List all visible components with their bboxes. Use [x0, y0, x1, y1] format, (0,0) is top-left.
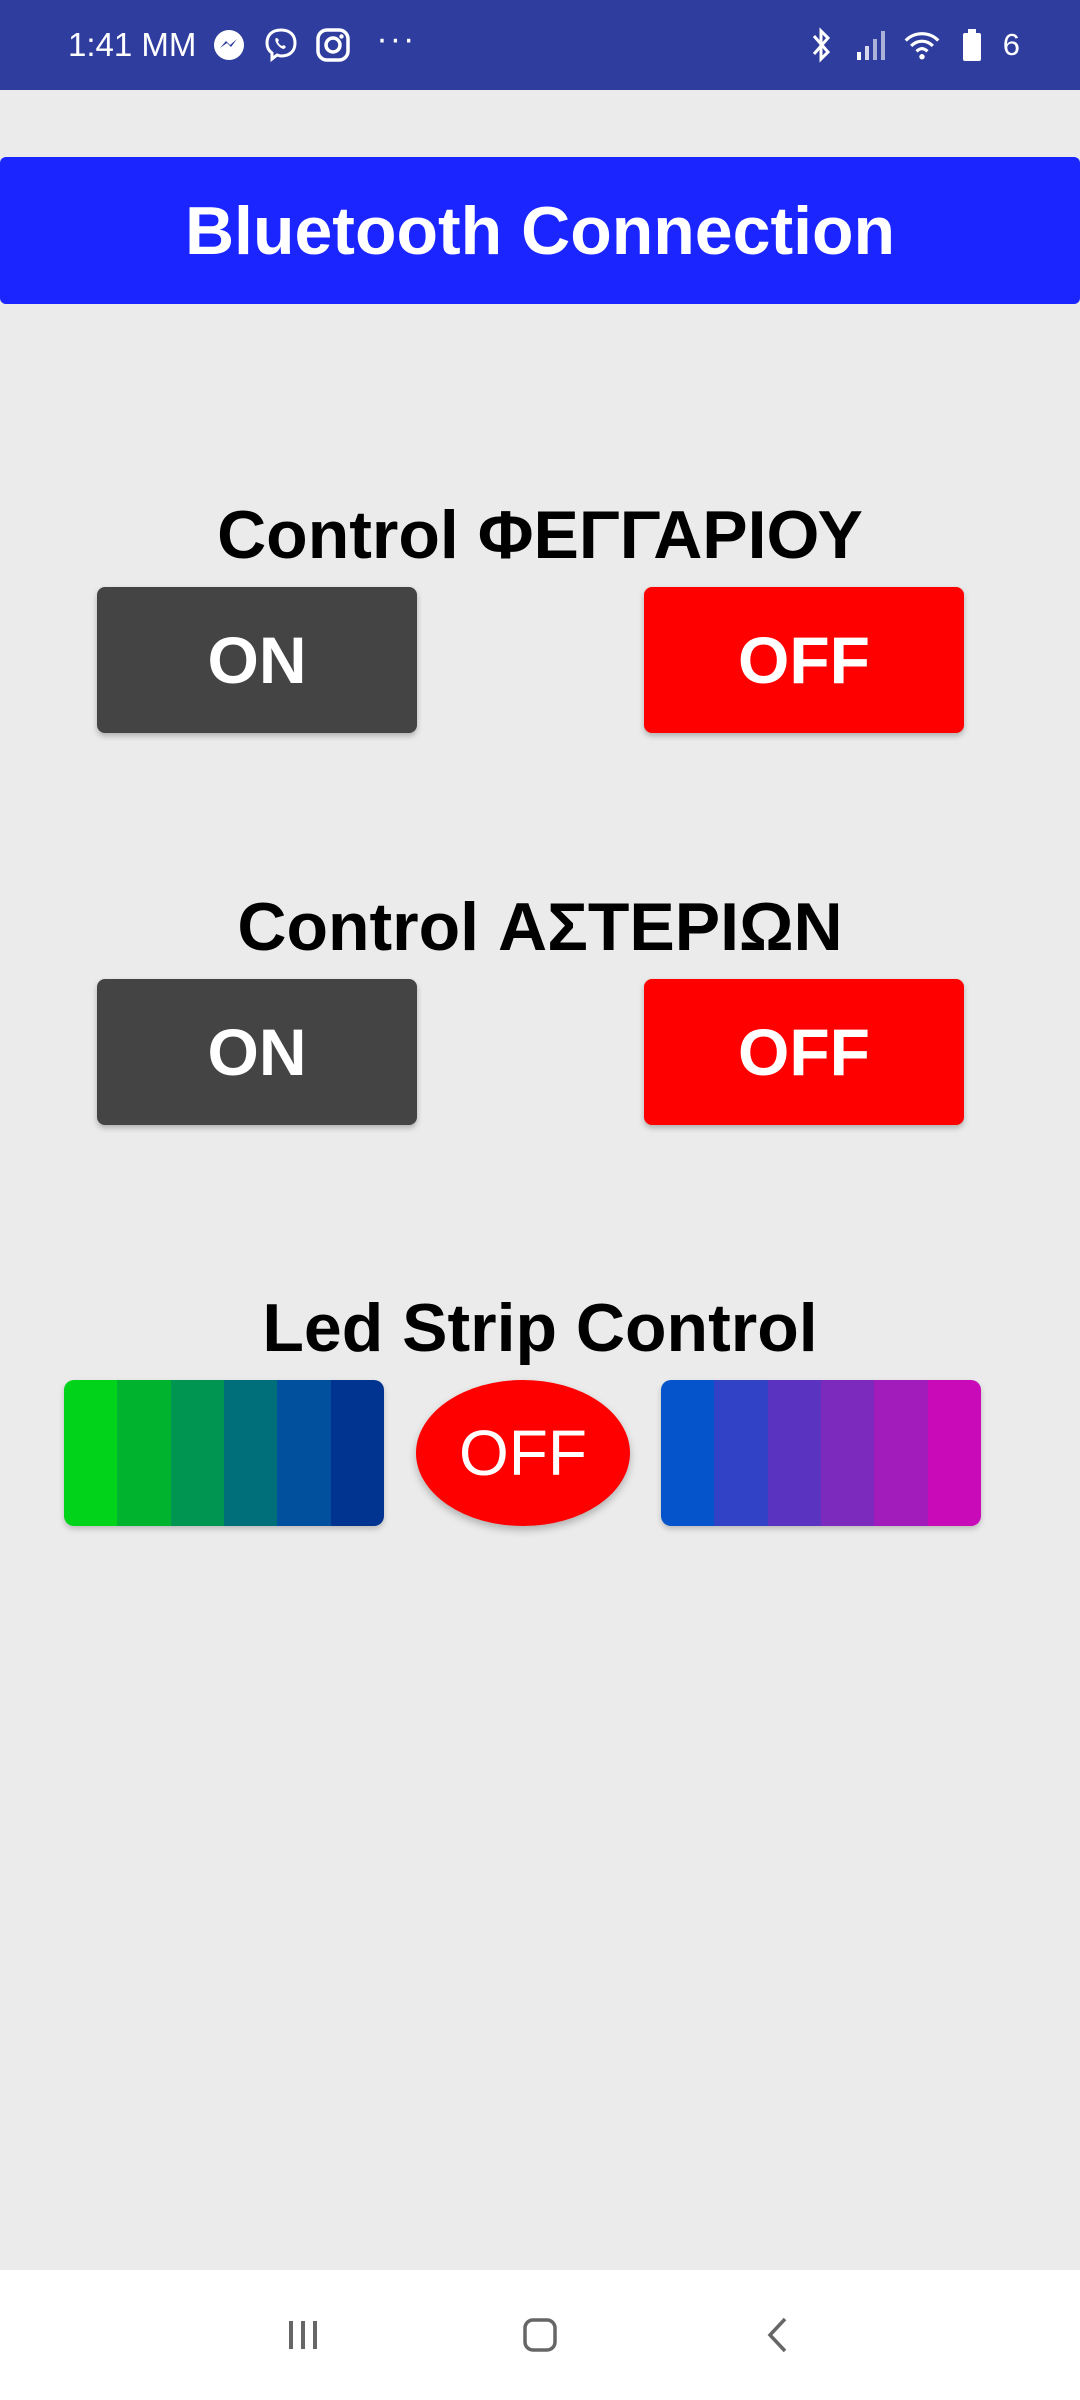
navigation-bar	[0, 2270, 1080, 2400]
stars-off-button[interactable]: OFF	[644, 979, 964, 1125]
status-bar: 1:41 MM ··· 6	[0, 0, 1080, 90]
page-title: Bluetooth Connection	[184, 192, 896, 269]
led-color-blue-purple-button[interactable]	[661, 1380, 981, 1526]
stars-on-button[interactable]: ON	[97, 979, 417, 1125]
color-segment	[927, 1380, 981, 1526]
instagram-icon	[314, 26, 352, 64]
more-notifications-indicator: ···	[376, 20, 417, 58]
status-time: 1:41 MM	[68, 26, 197, 63]
color-segment	[767, 1380, 821, 1526]
messenger-icon	[210, 26, 248, 64]
status-right: 6	[803, 0, 1020, 90]
color-segment	[117, 1380, 171, 1526]
moon-on-button[interactable]: ON	[97, 587, 417, 733]
color-segment	[714, 1380, 768, 1526]
bluetooth-icon	[803, 26, 841, 64]
battery-level: 6	[1002, 27, 1020, 62]
wifi-icon	[903, 26, 941, 64]
color-segment	[277, 1380, 331, 1526]
viber-icon	[262, 26, 300, 64]
color-segment	[661, 1380, 715, 1526]
status-left: 1:41 MM ···	[68, 0, 416, 90]
color-segment	[64, 1380, 118, 1526]
moon-control-heading: Control ΦΕΓΓΑΡΙΟΥ	[217, 497, 863, 573]
color-segment	[223, 1380, 278, 1526]
color-segment	[170, 1380, 224, 1526]
recent-apps-icon[interactable]	[243, 2270, 363, 2400]
signal-icon	[853, 26, 891, 64]
moon-off-button[interactable]: OFF	[644, 587, 964, 733]
back-icon[interactable]	[718, 2270, 838, 2400]
home-icon[interactable]	[480, 2270, 600, 2400]
battery-icon	[953, 26, 991, 64]
stars-control-heading: Control ΑΣΤΕΡΙΩΝ	[237, 889, 843, 965]
led-strip-heading: Led Strip Control	[262, 1290, 818, 1366]
color-segment	[874, 1380, 928, 1526]
color-segment	[330, 1380, 384, 1526]
color-segment	[820, 1380, 875, 1526]
title-bar[interactable]: Bluetooth Connection	[0, 157, 1080, 304]
led-off-button[interactable]: OFF	[416, 1380, 630, 1526]
led-color-green-blue-button[interactable]	[64, 1380, 384, 1526]
